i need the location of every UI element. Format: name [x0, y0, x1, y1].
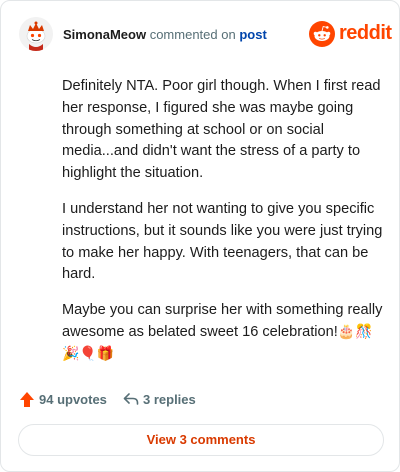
comment-meta: SimonaMeow commented on post: [63, 27, 267, 42]
snoo-avatar-icon: [19, 17, 53, 51]
upvote-button[interactable]: 94 upvotes: [19, 389, 109, 411]
comment-body: Definitely NTA. Poor girl though. When I…: [62, 76, 384, 380]
reply-arrow-icon: [123, 393, 139, 405]
comment-paragraph-text: Maybe you can surprise her with somethin…: [62, 302, 383, 340]
comment-author[interactable]: SimonaMeow: [63, 27, 146, 42]
comment-header: SimonaMeow commented on post reddit: [19, 17, 392, 53]
reddit-logo-icon: [309, 21, 335, 47]
view-comments-button[interactable]: View 3 comments: [18, 424, 384, 456]
post-link[interactable]: post: [239, 27, 266, 42]
replies-button[interactable]: 3 replies: [123, 389, 203, 411]
upvote-arrow-icon: [20, 392, 34, 407]
comment-paragraph: Maybe you can surprise her with somethin…: [62, 300, 384, 365]
comment-paragraph: I understand her not wanting to give you…: [62, 200, 383, 283]
reply-count: 3 replies: [143, 392, 196, 407]
comment-card: SimonaMeow commented on post reddit Defi…: [0, 0, 400, 472]
reddit-brand[interactable]: reddit: [309, 21, 392, 47]
comment-paragraph: Definitely NTA. Poor girl though. When I…: [62, 78, 381, 182]
comment-action-text: commented on: [149, 27, 236, 42]
reddit-wordmark: reddit: [339, 22, 392, 44]
upvote-count: 94 upvotes: [39, 392, 107, 407]
user-avatar[interactable]: [19, 17, 53, 51]
